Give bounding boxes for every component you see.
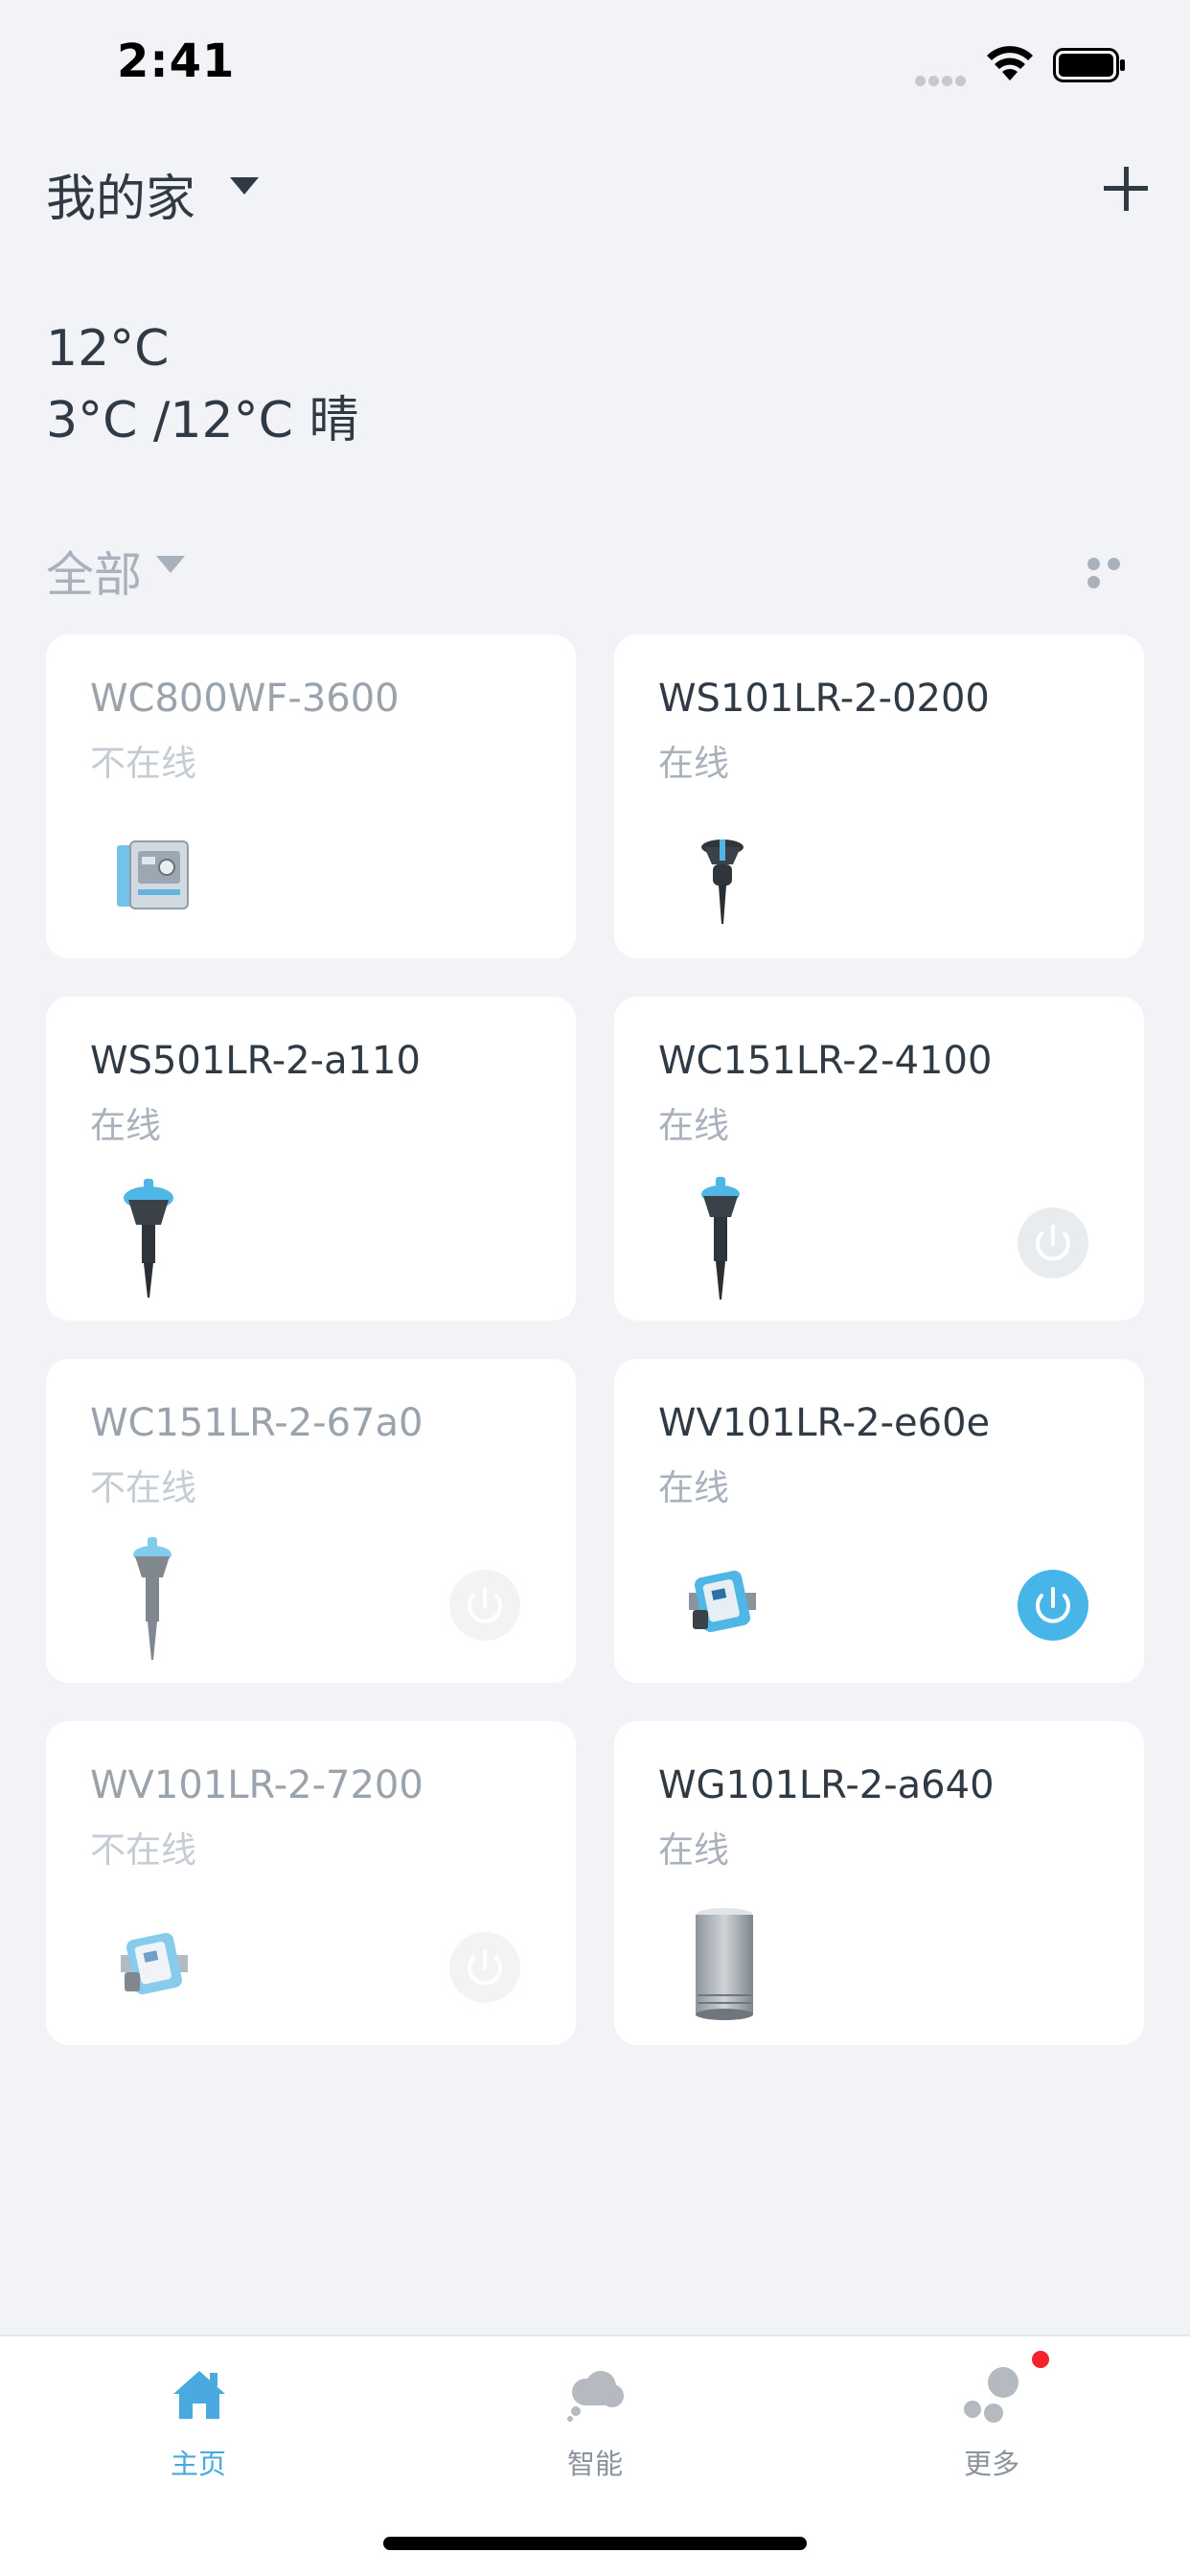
power-button-icon[interactable] (449, 1570, 520, 1641)
device-status: 在线 (90, 1105, 161, 1146)
controller-box-icon (117, 840, 189, 909)
soil-sensor-icon (124, 1179, 173, 1298)
soil-sensor-icon (701, 1177, 740, 1300)
device-card[interactable]: WS501LR-2-a110 在线 (46, 997, 576, 1321)
device-name: WS501LR-2-a110 (90, 1039, 421, 1083)
add-device-button[interactable] (1102, 165, 1150, 213)
status-time: 2:41 (117, 34, 236, 88)
status-bar: 2:41 (0, 0, 1190, 134)
device-card[interactable]: WV101LR-2-e60e 在线 (614, 1359, 1144, 1683)
device-status: 在线 (658, 1467, 729, 1508)
device-card[interactable]: WC800WF-3600 不在线 (46, 634, 576, 958)
device-card[interactable]: WG101LR-2-a640 在线 (614, 1721, 1144, 2045)
app-screen: 2:41 我的家 12°C 3°C /12°C 晴 全部 WC800WF-360… (0, 0, 1190, 2576)
tab-label: 更多 (963, 2448, 1019, 2480)
cloud-icon (567, 2371, 624, 2422)
gateway-device-icon (696, 1908, 753, 2020)
more-options-icon[interactable] (1087, 556, 1147, 588)
cellular-signal-icon (915, 72, 973, 86)
device-status: 不在线 (90, 743, 196, 784)
device-name: WV101LR-2-7200 (90, 1763, 423, 1807)
temperature-range: 3°C /12°C 晴 (46, 392, 359, 449)
device-status: 在线 (658, 1105, 729, 1146)
notification-badge (1032, 2351, 1049, 2368)
tab-label: 主页 (170, 2448, 226, 2480)
device-status: 不在线 (90, 1467, 196, 1508)
battery-icon (1053, 48, 1125, 82)
power-button-icon[interactable] (449, 1932, 520, 2003)
tab-home[interactable]: 主页 (0, 2336, 397, 2499)
tab-more[interactable]: 更多 (793, 2336, 1190, 2499)
room-filter-label[interactable]: 全部 (46, 537, 142, 606)
device-status: 在线 (658, 1829, 729, 1871)
device-status: 不在线 (90, 1829, 196, 1871)
wifi-icon (987, 46, 1033, 80)
home-icon (173, 2371, 225, 2419)
device-name: WC151LR-2-4100 (658, 1039, 993, 1083)
power-button-icon[interactable] (1018, 1570, 1088, 1641)
device-name: WC151LR-2-67a0 (90, 1401, 423, 1445)
water-valve-icon (121, 1932, 188, 1995)
tab-label: 智能 (566, 2448, 623, 2480)
caret-down-icon[interactable] (156, 556, 185, 573)
device-name: WG101LR-2-a640 (658, 1763, 995, 1807)
tab-smart[interactable]: 智能 (397, 2336, 793, 2499)
device-card[interactable]: WC151LR-2-67a0 不在线 (46, 1359, 576, 1683)
soil-sensor-icon (133, 1537, 172, 1660)
device-name: WS101LR-2-0200 (658, 677, 990, 721)
device-name: WC800WF-3600 (90, 677, 400, 721)
device-status: 在线 (658, 743, 729, 784)
home-selector-title[interactable]: 我的家 (46, 158, 195, 230)
device-name: WV101LR-2-e60e (658, 1401, 991, 1445)
power-button-icon[interactable] (1018, 1208, 1088, 1278)
device-card[interactable]: WS101LR-2-0200 在线 (614, 634, 1144, 958)
home-indicator (383, 2537, 807, 2550)
caret-down-icon[interactable] (230, 177, 259, 195)
device-card[interactable]: WV101LR-2-7200 不在线 (46, 1721, 576, 2045)
water-valve-icon (689, 1570, 756, 1633)
dots-icon (964, 2367, 1018, 2423)
current-temperature: 12°C (46, 320, 170, 378)
device-card[interactable]: WC151LR-2-4100 在线 (614, 997, 1144, 1321)
sensor-probe-icon (701, 840, 744, 924)
